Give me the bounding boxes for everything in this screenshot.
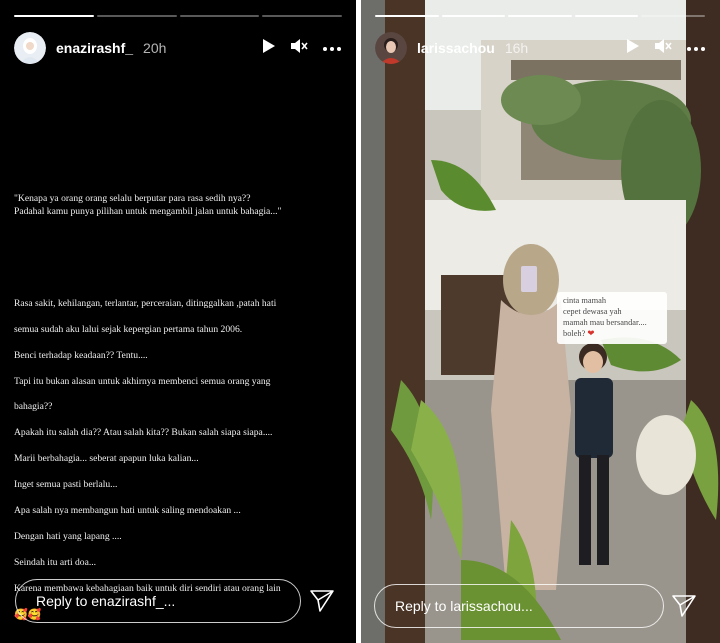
username[interactable]: larissachou bbox=[417, 40, 495, 56]
sticker-line: mamah mau bersandar.... bbox=[563, 317, 647, 327]
avatar[interactable] bbox=[14, 32, 46, 64]
body-line: semua sudah aku lalui sejak kepergian pe… bbox=[14, 323, 243, 335]
story-enazirashf[interactable]: enazirashf_ 20h "Kenapa ya orang orang s… bbox=[0, 0, 356, 643]
body-line: Dengan hati yang lapang .... bbox=[14, 530, 122, 542]
play-icon[interactable] bbox=[626, 38, 640, 59]
body-line: Tapi itu bukan alasan untuk akhirnya mem… bbox=[14, 375, 271, 387]
progress-segment bbox=[262, 15, 342, 17]
body-line: Marii berbahagia... seberat apapun luka … bbox=[14, 453, 199, 465]
sticker-line: boleh? ❤ bbox=[563, 329, 661, 340]
more-icon[interactable] bbox=[686, 39, 706, 57]
mute-icon[interactable] bbox=[290, 38, 308, 59]
body-line: Apa salah nya membangun hati untuk salin… bbox=[14, 504, 241, 516]
reply-input[interactable]: Reply to larissachou... bbox=[374, 584, 664, 628]
body-line: bahagia?? bbox=[14, 401, 53, 413]
text-sticker: cinta mamah cepet dewasa yah mamah mau b… bbox=[557, 292, 667, 344]
more-icon[interactable] bbox=[322, 39, 342, 57]
progress-segment bbox=[96, 15, 177, 17]
progress-segment bbox=[441, 15, 506, 17]
progress-segment bbox=[508, 15, 572, 17]
progress-segment bbox=[641, 15, 705, 17]
progress-bar bbox=[375, 15, 705, 17]
story-header: enazirashf_ 20h bbox=[14, 30, 342, 66]
progress-segment bbox=[375, 15, 439, 17]
progress-segment bbox=[574, 15, 639, 17]
story-larissachou[interactable]: larissachou 16h cinta mamah cepet dewasa… bbox=[361, 0, 720, 643]
username[interactable]: enazirashf_ bbox=[56, 40, 133, 56]
body-line: Rasa sakit, kehilangan, terlantar, perce… bbox=[14, 297, 277, 309]
sticker-text: boleh? bbox=[563, 328, 588, 338]
avatar[interactable] bbox=[375, 32, 407, 64]
send-icon[interactable] bbox=[309, 589, 335, 618]
sticker-line: cinta mamah bbox=[563, 296, 607, 305]
post-time: 20h bbox=[143, 40, 167, 56]
progress-segment bbox=[179, 15, 260, 17]
body-line: Apakah itu salah dia?? Atau salah kita??… bbox=[14, 427, 273, 439]
story-quote: "Kenapa ya orang orang selalu berputar p… bbox=[14, 193, 282, 217]
reply-input[interactable]: Reply to enazirashf_... bbox=[15, 579, 301, 623]
story-controls bbox=[626, 38, 706, 59]
body-line: Inget semua pasti berlalu... bbox=[14, 479, 118, 491]
mute-icon[interactable] bbox=[654, 38, 672, 59]
progress-bar bbox=[14, 15, 342, 17]
heart-icon: ❤ bbox=[587, 328, 595, 338]
sticker-line: cepet dewasa yah bbox=[563, 306, 622, 316]
stories-viewer: enazirashf_ 20h "Kenapa ya orang orang s… bbox=[0, 0, 720, 643]
play-icon[interactable] bbox=[262, 38, 276, 59]
send-icon[interactable] bbox=[671, 594, 697, 623]
story-controls bbox=[262, 38, 342, 59]
story-header: larissachou 16h bbox=[375, 30, 706, 66]
body-line: Benci terhadap keadaan?? Tentu.... bbox=[14, 349, 148, 361]
body-line: Seindah itu arti doa... bbox=[14, 556, 97, 568]
post-time: 16h bbox=[504, 40, 529, 56]
progress-segment bbox=[14, 15, 94, 17]
